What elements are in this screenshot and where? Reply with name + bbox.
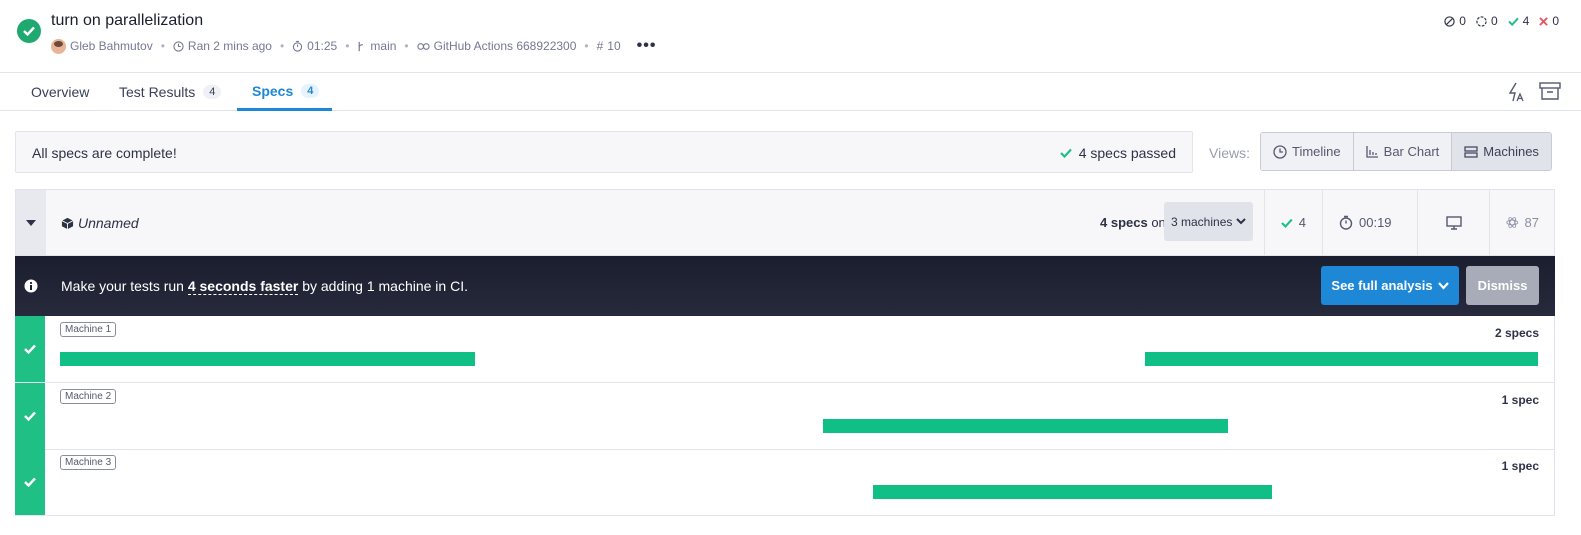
clock-icon	[1273, 144, 1287, 159]
author-name: Gleb Bahmutov	[70, 39, 153, 53]
electron-icon	[1506, 217, 1519, 228]
hash-icon: #	[596, 39, 604, 53]
bar-chart-icon	[1366, 146, 1378, 158]
cube-icon	[61, 217, 74, 229]
banner-message: Make your tests run 4 seconds faster by …	[61, 278, 468, 295]
machine-status-strip	[15, 449, 45, 515]
check-icon	[1281, 218, 1293, 228]
pending-icon	[1476, 15, 1487, 27]
skipped-icon	[1444, 15, 1455, 27]
caret-down-icon	[26, 219, 36, 226]
info-icon	[24, 279, 38, 293]
archive-icon[interactable]	[1539, 82, 1561, 100]
parallelization-banner: Make your tests run 4 seconds faster by …	[15, 256, 1555, 316]
ci-link[interactable]: GitHub Actions 668922300	[416, 39, 576, 53]
tab-specs[interactable]: Specs 4	[237, 73, 332, 111]
specs-passed: 4 specs passed	[1059, 145, 1176, 161]
machine-row: Machine 1 2 specs	[15, 316, 1555, 383]
pending-count: 0	[1476, 14, 1498, 28]
server-icon	[1464, 145, 1478, 158]
machine-row: Machine 3 1 spec	[15, 449, 1555, 516]
machine-status-strip	[15, 383, 45, 449]
failed-count: 0	[1539, 14, 1559, 28]
avatar	[51, 38, 66, 54]
spec-group: Unnamed 4 specs on 3 machines 4 00:19 87	[15, 189, 1555, 256]
machines-dropdown[interactable]: 3 machines	[1164, 202, 1254, 241]
x-icon	[1539, 16, 1549, 26]
group-name: Unnamed	[61, 215, 139, 231]
branch-icon	[359, 41, 364, 51]
spec-bar[interactable]	[822, 419, 1228, 433]
machine-label: Machine 3	[60, 455, 117, 470]
machine-label: Machine 1	[60, 322, 117, 337]
group-browser: 87	[1489, 190, 1555, 255]
check-icon	[24, 411, 36, 421]
chevron-down-icon	[1236, 218, 1247, 225]
chevron-down-icon	[1437, 281, 1449, 290]
skipped-count: 0	[1444, 14, 1466, 28]
more-options-button[interactable]: •••	[637, 37, 657, 55]
time-saved[interactable]: 4 seconds faster	[187, 278, 299, 295]
passed-status-icon	[17, 19, 41, 43]
tab-badge: 4	[203, 85, 222, 99]
tab-bar: Overview Test Results 4 Specs 4	[0, 73, 1581, 111]
see-full-analysis-button[interactable]: See full analysis	[1321, 266, 1459, 305]
stopwatch-icon	[1339, 215, 1353, 230]
tab-badge: 4	[301, 83, 320, 98]
ran-time: Ran 2 mins ago	[173, 39, 272, 53]
dismiss-button[interactable]: Dismiss	[1466, 266, 1539, 305]
check-icon	[1059, 148, 1072, 158]
flake-icon[interactable]	[1507, 82, 1525, 102]
machine-spec-count: 2 specs	[1494, 326, 1539, 340]
run-header: turn on parallelization Gleb Bahmutov • …	[0, 0, 1581, 73]
run-title: turn on parallelization	[51, 12, 204, 29]
branch[interactable]: main	[357, 39, 396, 53]
view-machines-button[interactable]: Machines	[1452, 133, 1551, 170]
spec-bar[interactable]	[60, 352, 476, 366]
passed-count: 4	[1507, 14, 1529, 28]
views-toggle: Timeline Bar Chart Machines	[1260, 132, 1552, 171]
tab-actions	[1507, 82, 1561, 102]
check-icon	[24, 477, 36, 487]
group-os	[1417, 190, 1489, 255]
tab-overview[interactable]: Overview	[16, 73, 104, 111]
tab-test-results[interactable]: Test Results 4	[104, 73, 236, 111]
run-meta: Gleb Bahmutov • Ran 2 mins ago • 01:25 •…	[51, 37, 656, 55]
spec-bar[interactable]	[872, 485, 1272, 499]
run-duration: 01:25	[292, 39, 337, 53]
completion-status: All specs are complete! 4 specs passed	[15, 131, 1193, 173]
clock-icon	[173, 40, 184, 52]
views-label: Views:	[1209, 145, 1250, 161]
check-icon	[1507, 17, 1519, 26]
group-stats: 4 00:19 87	[1264, 190, 1555, 255]
link-icon	[416, 42, 430, 50]
monitor-icon	[1445, 215, 1462, 230]
machine-label: Machine 2	[60, 389, 117, 404]
author[interactable]: Gleb Bahmutov	[51, 38, 153, 54]
stopwatch-icon	[292, 40, 303, 52]
completion-message: All specs are complete!	[32, 145, 177, 161]
spec-bar[interactable]	[1144, 352, 1538, 366]
run-number: # 10	[596, 39, 621, 53]
collapse-toggle[interactable]	[16, 190, 46, 255]
specs-on-label: 4 specs on	[1100, 215, 1166, 230]
view-timeline-button[interactable]: Timeline	[1261, 133, 1354, 170]
view-bar-chart-button[interactable]: Bar Chart	[1353, 133, 1453, 170]
machine-spec-count: 1 spec	[1501, 459, 1539, 473]
machine-status-strip	[15, 316, 45, 382]
machine-row: Machine 2 1 spec	[15, 383, 1555, 450]
group-passed: 4	[1264, 190, 1322, 255]
group-duration: 00:19	[1322, 190, 1417, 255]
check-icon	[24, 344, 36, 354]
test-counts: 0 0 4 0	[1444, 14, 1559, 28]
machine-spec-count: 1 spec	[1501, 393, 1539, 407]
